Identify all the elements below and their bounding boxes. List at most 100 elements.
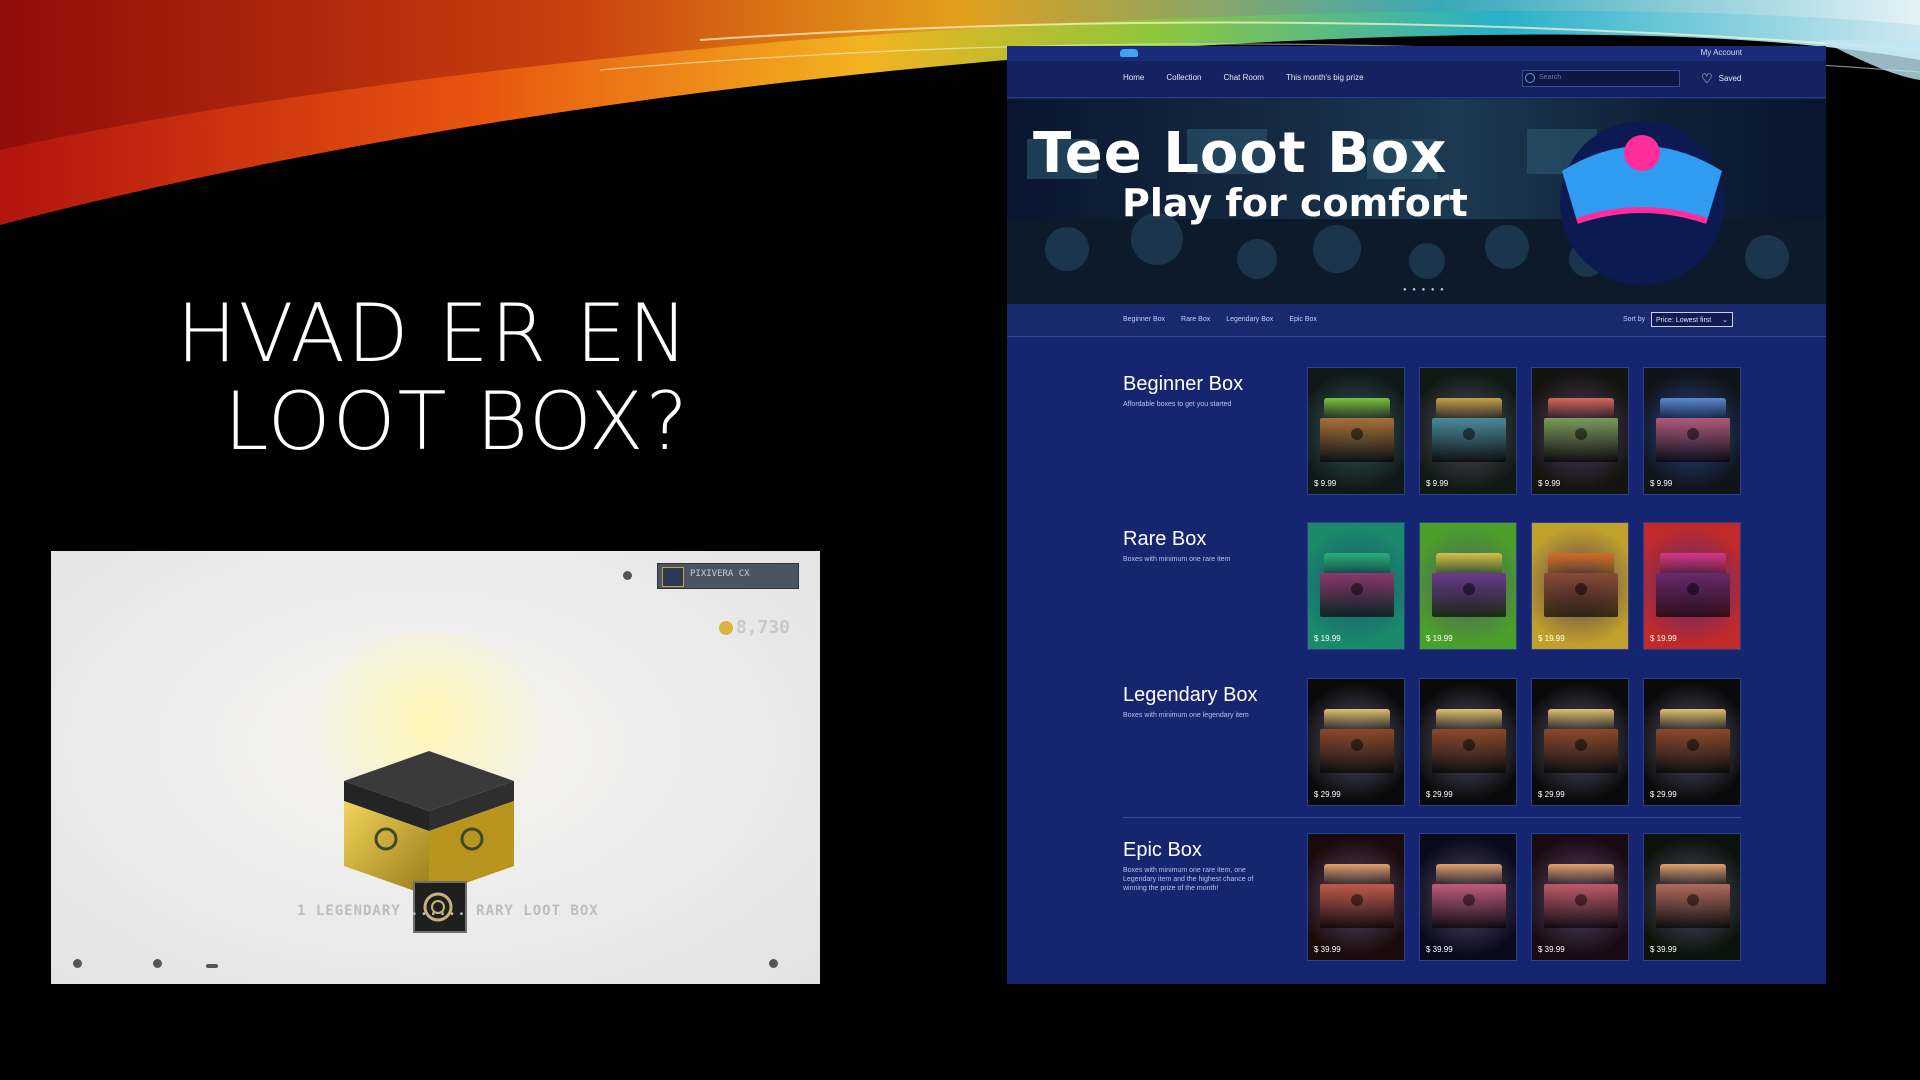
product-card[interactable]: $ 29.99 bbox=[1643, 678, 1741, 806]
product-card[interactable]: $ 19.99 bbox=[1643, 522, 1741, 650]
hero-banner: Tee Loot Box Play for comfort ● ● ● ● ● bbox=[1007, 99, 1826, 304]
section-rare-box: Rare Box Boxes with minimum one rare item… bbox=[1007, 522, 1826, 672]
product-price: $ 9.99 bbox=[1650, 479, 1673, 488]
coin-icon bbox=[718, 621, 733, 635]
product-card[interactable]: $ 39.99 bbox=[1531, 833, 1629, 961]
control-hint-icon bbox=[206, 964, 218, 968]
loot-chest-icon bbox=[1432, 709, 1506, 775]
product-price: $ 19.99 bbox=[1426, 634, 1453, 643]
loot-chest-icon bbox=[1432, 398, 1506, 464]
slide-title-line-2: LOOT BOX? bbox=[223, 375, 690, 468]
currency-value: 8,730 bbox=[735, 617, 790, 638]
product-grid: $ 29.99 $ 29.99 $ 29.99 $ 29.99 bbox=[1307, 678, 1741, 806]
section-title: Rare Box bbox=[1123, 528, 1207, 550]
product-card[interactable]: $ 19.99 bbox=[1419, 522, 1517, 650]
nav-big-prize[interactable]: This month's big prize bbox=[1286, 73, 1364, 82]
section-legendary-box: Legendary Box Boxes with minimum one lege… bbox=[1007, 678, 1826, 828]
game-loot-box-screenshot: PIXIVERA CX 8,730 1 LEGENDARY ...... RAR… bbox=[51, 551, 820, 984]
product-card[interactable]: $ 29.99 bbox=[1531, 678, 1629, 806]
product-price: $ 9.99 bbox=[1426, 479, 1449, 488]
product-grid: $ 19.99 $ 19.99 $ 19.99 $ 19.99 bbox=[1307, 522, 1741, 650]
main-nav: Home Collection Chat Room This month's b… bbox=[1007, 61, 1826, 98]
product-card[interactable]: $ 9.99 bbox=[1643, 367, 1741, 495]
sort-select[interactable]: Price: Lowest first ⌄ bbox=[1651, 312, 1733, 327]
product-price: $ 9.99 bbox=[1538, 479, 1561, 488]
currency-counter: 8,730 bbox=[718, 617, 790, 638]
slide-title: HVAD ER EN LOOT BOX? bbox=[150, 290, 690, 466]
product-card[interactable]: $ 29.99 bbox=[1307, 678, 1405, 806]
product-price: $ 39.99 bbox=[1314, 945, 1341, 954]
section-description: Boxes with minimum one legendary item bbox=[1123, 712, 1249, 719]
product-price: $ 19.99 bbox=[1538, 634, 1565, 643]
loot-chest-icon bbox=[1432, 864, 1506, 930]
product-price: $ 29.99 bbox=[1538, 790, 1565, 799]
hero-title: Tee Loot Box bbox=[1033, 121, 1448, 186]
top-bar: My Account bbox=[1007, 46, 1826, 61]
product-grid: $ 39.99 $ 39.99 $ 39.99 $ 39.99 bbox=[1307, 833, 1741, 961]
status-dot-icon bbox=[623, 571, 632, 580]
product-card[interactable]: $ 39.99 bbox=[1419, 833, 1517, 961]
sort-value: Price: Lowest first bbox=[1656, 317, 1712, 324]
category-legendary-box[interactable]: Legendary Box bbox=[1226, 316, 1273, 323]
site-logo-icon[interactable] bbox=[1120, 49, 1138, 57]
loot-chest-icon bbox=[1544, 709, 1618, 775]
carousel-dots[interactable]: ● ● ● ● ● bbox=[1403, 287, 1446, 293]
product-price: $ 39.99 bbox=[1650, 945, 1677, 954]
saved-label: Saved bbox=[1718, 74, 1742, 84]
search-placeholder: Search bbox=[1539, 74, 1562, 81]
product-card[interactable]: $ 39.99 bbox=[1307, 833, 1405, 961]
product-price: $ 39.99 bbox=[1538, 945, 1565, 954]
product-price: $ 29.99 bbox=[1426, 790, 1453, 799]
product-price: $ 19.99 bbox=[1650, 634, 1677, 643]
loot-chest-icon bbox=[1544, 864, 1618, 930]
hero-mascot-icon bbox=[1560, 121, 1724, 285]
control-hint-icon bbox=[769, 959, 778, 968]
product-card[interactable]: $ 19.99 bbox=[1307, 522, 1405, 650]
section-beginner-box: Beginner Box Affordable boxes to get you … bbox=[1007, 367, 1826, 517]
nav-home[interactable]: Home bbox=[1123, 73, 1144, 82]
category-beginner-box[interactable]: Beginner Box bbox=[1123, 316, 1165, 323]
product-price: $ 29.99 bbox=[1314, 790, 1341, 799]
product-price: $ 19.99 bbox=[1314, 634, 1341, 643]
my-account-link[interactable]: My Account bbox=[1701, 48, 1742, 57]
chevron-down-icon: ⌄ bbox=[1722, 317, 1728, 324]
section-description: Boxes with minimum one rare item, one Le… bbox=[1123, 867, 1254, 892]
loot-chest-icon bbox=[1544, 553, 1618, 619]
product-price: $ 39.99 bbox=[1426, 945, 1453, 954]
product-card[interactable]: $ 39.99 bbox=[1643, 833, 1741, 961]
search-icon bbox=[1525, 73, 1535, 83]
product-card[interactable]: $ 29.99 bbox=[1419, 678, 1517, 806]
section-divider bbox=[1123, 817, 1741, 818]
player-banner: PIXIVERA CX bbox=[657, 563, 799, 589]
product-card[interactable]: $ 9.99 bbox=[1307, 367, 1405, 495]
search-input[interactable]: Search bbox=[1522, 70, 1680, 87]
saved-button[interactable]: ♡ Saved bbox=[1701, 71, 1741, 87]
product-card[interactable]: $ 9.99 bbox=[1419, 367, 1517, 495]
control-hint-icon bbox=[73, 959, 82, 968]
section-epic-box: Epic Box Boxes with minimum one rare item… bbox=[1007, 833, 1826, 983]
loot-box-website: My Account Home Collection Chat Room Thi… bbox=[1007, 46, 1826, 984]
sort-label: Sort by bbox=[1623, 316, 1646, 323]
product-grid: $ 9.99 $ 9.99 $ 9.99 $ 9.99 bbox=[1307, 367, 1741, 495]
player-name: PIXIVERA CX bbox=[690, 569, 750, 579]
section-title: Beginner Box bbox=[1123, 373, 1244, 395]
slide-title-line-1: HVAD ER EN bbox=[176, 287, 690, 380]
product-card[interactable]: $ 9.99 bbox=[1531, 367, 1629, 495]
loot-chest-icon bbox=[1656, 864, 1730, 930]
control-hint-icon bbox=[153, 959, 162, 968]
loot-chest-icon bbox=[1320, 709, 1394, 775]
nav-chat-room[interactable]: Chat Room bbox=[1223, 73, 1263, 82]
loot-chest-icon bbox=[1320, 864, 1394, 930]
category-epic-box[interactable]: Epic Box bbox=[1289, 316, 1317, 323]
loot-chest-icon bbox=[1656, 709, 1730, 775]
category-rare-box[interactable]: Rare Box bbox=[1181, 316, 1210, 323]
product-price: $ 29.99 bbox=[1650, 790, 1677, 799]
loot-chest-icon bbox=[1432, 553, 1506, 619]
player-emblem-icon bbox=[662, 567, 684, 587]
nav-collection[interactable]: Collection bbox=[1166, 73, 1201, 82]
loot-chest-icon bbox=[1656, 553, 1730, 619]
category-bar: Beginner Box Rare Box Legendary Box Epic… bbox=[1007, 304, 1826, 337]
heart-icon: ♡ bbox=[1701, 71, 1713, 86]
product-card[interactable]: $ 19.99 bbox=[1531, 522, 1629, 650]
section-title: Epic Box bbox=[1123, 839, 1202, 861]
